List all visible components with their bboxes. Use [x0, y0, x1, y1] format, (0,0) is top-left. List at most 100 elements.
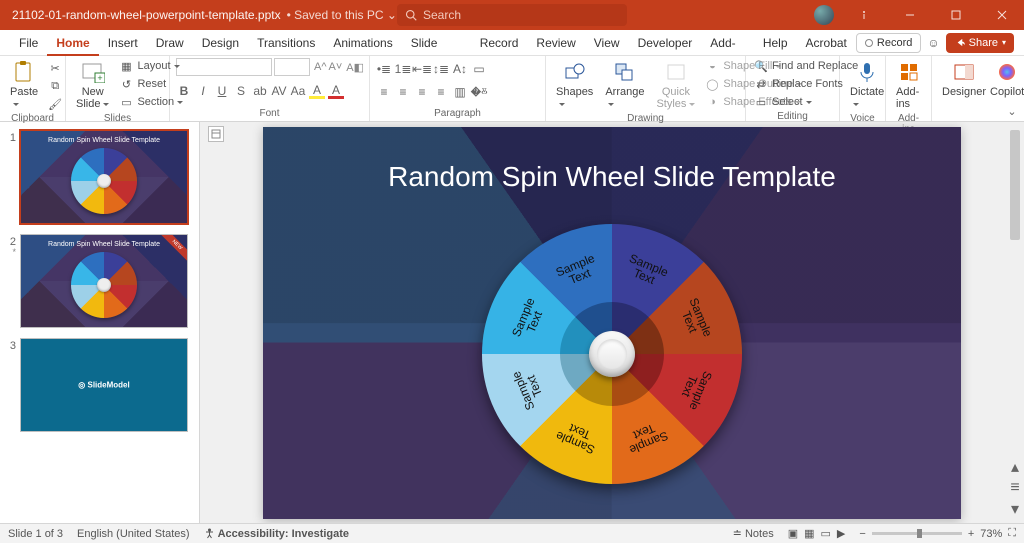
paste-button[interactable]: Paste — [6, 58, 42, 112]
dictate-button[interactable]: Dictate — [846, 58, 888, 112]
tab-draw[interactable]: Draw — [147, 30, 193, 56]
normal-view-button[interactable]: ▣ — [788, 527, 798, 540]
group-label-clipboard: Clipboard — [6, 112, 59, 126]
zoom-out-button[interactable]: − — [859, 528, 865, 540]
outline-toggle-icon[interactable] — [208, 126, 224, 142]
highlight-button[interactable]: A — [309, 83, 325, 99]
tab-acrobat[interactable]: Acrobat — [797, 30, 856, 56]
zoom-percent[interactable]: 73% — [980, 528, 1002, 540]
feedback-smile-icon[interactable]: ☺ — [927, 36, 939, 50]
numbering-button[interactable]: 1≣ — [395, 61, 411, 77]
strike-button[interactable]: S — [233, 83, 249, 99]
ribbon-display-options[interactable] — [848, 0, 880, 30]
tab-review[interactable]: Review — [527, 30, 584, 56]
record-icon — [865, 39, 873, 47]
align-right-button[interactable]: ≡ — [414, 84, 430, 100]
spin-wheel: SampleTextSampleTextSampleTextSampleText… — [482, 224, 742, 484]
slideshow-view-button[interactable]: ▶ — [837, 527, 845, 540]
accessibility-status[interactable]: Accessibility: Investigate — [204, 528, 350, 540]
charspacing-button[interactable]: AV — [271, 83, 287, 99]
maximize-button[interactable] — [940, 0, 972, 30]
share-icon — [954, 37, 965, 48]
underline-button[interactable]: U — [214, 83, 230, 99]
zoom-control[interactable]: − + 73% ⛶ — [859, 527, 1016, 540]
align-justify-button[interactable]: ≡ — [433, 84, 449, 100]
slide-nav-arrows[interactable]: ▴≡▾ — [1008, 457, 1022, 519]
italic-button[interactable]: I — [195, 83, 211, 99]
bold-button[interactable]: B — [176, 83, 192, 99]
sorter-view-button[interactable]: ▦ — [804, 527, 814, 540]
font-size-combo[interactable] — [274, 58, 310, 76]
copy-button[interactable]: ⧉ — [46, 78, 64, 94]
arrange-button[interactable]: Arrange — [601, 58, 648, 112]
font-family-combo[interactable] — [176, 58, 272, 76]
linespacing-button[interactable]: ↕≣ — [433, 61, 449, 77]
tab-transitions[interactable]: Transitions — [248, 30, 324, 56]
quick-styles-button[interactable]: Quick Styles — [652, 58, 699, 112]
new-slide-button[interactable]: + New Slide — [72, 58, 113, 112]
aligntext-button[interactable]: ▭ — [471, 61, 487, 77]
thumbnail-3[interactable]: 3◎ SlideModel — [0, 336, 199, 440]
tab-insert[interactable]: Insert — [99, 30, 147, 56]
group-label-font: Font — [176, 107, 363, 121]
smartart-button[interactable]: �ⰻ — [471, 84, 487, 100]
bullets-button[interactable]: •≣ — [376, 61, 392, 77]
shadow-button[interactable]: ab — [252, 83, 268, 99]
thumbnail-1[interactable]: 1Random Spin Wheel Slide Template — [0, 128, 199, 232]
tab-record[interactable]: Record — [471, 30, 528, 56]
language-status[interactable]: English (United States) — [77, 528, 190, 540]
tab-developer[interactable]: Developer — [629, 30, 702, 56]
slide-counter[interactable]: Slide 1 of 3 — [8, 528, 63, 540]
align-left-button[interactable]: ≡ — [376, 84, 392, 100]
addins-button[interactable]: Add-ins — [892, 58, 925, 112]
collapse-ribbon-button[interactable]: ⌄ — [1004, 103, 1020, 119]
cut-button[interactable]: ✂ — [46, 60, 64, 76]
align-center-button[interactable]: ≡ — [395, 84, 411, 100]
group-label-paragraph: Paragraph — [376, 107, 539, 121]
slide-1[interactable]: Random Spin Wheel Slide Template SampleT… — [263, 127, 961, 519]
tab-home[interactable]: Home — [47, 30, 98, 56]
share-button[interactable]: Share ▾ — [946, 33, 1014, 53]
ribbon: Paste ✂ ⧉ 🖌 Clipboard + New Slide ▦Layou… — [0, 56, 1024, 122]
vertical-scrollbar[interactable] — [1008, 130, 1022, 495]
textdirection-button[interactable]: A↕ — [452, 61, 468, 77]
slide-title: Random Spin Wheel Slide Template — [263, 161, 961, 193]
wheel-hub — [589, 331, 635, 377]
shape-outline-button[interactable]: ◯Shape Outline — [703, 76, 804, 92]
tab-help[interactable]: Help — [754, 30, 797, 56]
tab-design[interactable]: Design — [193, 30, 248, 56]
minimize-button[interactable] — [894, 0, 926, 30]
tab-add-ins[interactable]: Add-ins — [701, 30, 754, 56]
copilot-button[interactable]: Copilot — [986, 58, 1024, 100]
tab-view[interactable]: View — [585, 30, 629, 56]
listlevel-button[interactable]: ⇤≣ — [414, 61, 430, 77]
close-button[interactable] — [986, 0, 1018, 30]
accessibility-icon — [204, 528, 215, 539]
tab-file[interactable]: File — [10, 30, 47, 56]
slide-thumbnails-panel: 1Random Spin Wheel Slide Template2*Rando… — [0, 122, 200, 523]
slide-canvas-area: Random Spin Wheel Slide Template SampleT… — [200, 122, 1024, 523]
record-button[interactable]: Record — [856, 33, 921, 53]
record-label: Record — [877, 37, 912, 49]
shapes-button[interactable]: Shapes — [552, 58, 597, 112]
save-state[interactable]: • Saved to this PC ⌄ — [287, 8, 397, 22]
format-painter-button[interactable]: 🖌 — [46, 96, 64, 112]
tab-animations[interactable]: Animations — [324, 30, 401, 56]
shape-effects-button[interactable]: ◑Shape Effects — [703, 94, 804, 110]
shape-fill-button[interactable]: ◒Shape Fill — [703, 58, 804, 74]
share-label: Share — [969, 37, 998, 49]
title-bar: 21102-01-random-wheel-powerpoint-templat… — [0, 0, 1024, 30]
font-color-button[interactable]: A — [328, 83, 344, 99]
changecase-button[interactable]: Aa — [290, 83, 306, 99]
fit-window-button[interactable]: ⛶ — [1008, 527, 1016, 540]
tab-slide-show[interactable]: Slide Show — [402, 30, 471, 56]
document-title: 21102-01-random-wheel-powerpoint-templat… — [12, 8, 281, 22]
columns-button[interactable]: ▥ — [452, 84, 468, 100]
group-label-slides: Slides — [72, 112, 163, 126]
zoom-in-button[interactable]: + — [968, 528, 974, 540]
search-box[interactable]: Search — [397, 4, 627, 26]
notes-button[interactable]: ≐ Notes — [733, 527, 774, 540]
thumbnail-2[interactable]: 2*Random Spin Wheel Slide TemplateNEW — [0, 232, 199, 336]
reading-view-button[interactable]: ▭ — [821, 527, 831, 540]
user-avatar[interactable] — [814, 5, 834, 25]
